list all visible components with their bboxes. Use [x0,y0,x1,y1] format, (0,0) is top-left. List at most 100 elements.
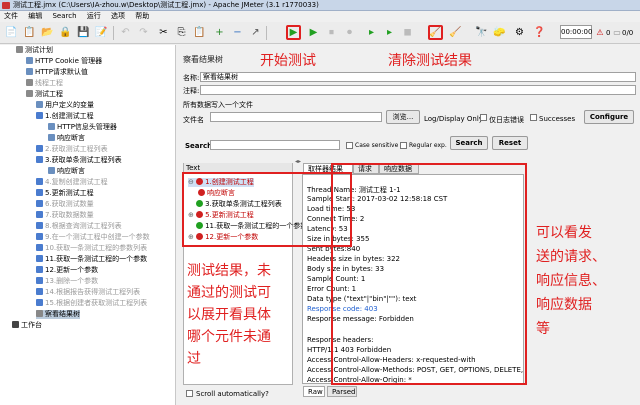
templates-icon[interactable]: 📋 [22,25,37,40]
shutdown-icon[interactable]: ⏺ [342,25,357,40]
test-plan-tree[interactable]: 测试计划 HTTP Cookie 管理器 HTTP请求默认值 线程工程 测试工程… [0,45,176,405]
search-icon[interactable]: 🔭 [474,25,489,40]
warning-icon: ⚠ [596,27,604,37]
tab-raw[interactable]: Raw [303,386,325,397]
tab-parsed[interactable]: Parsed [327,386,357,397]
tree-node-sampler-3[interactable]: 3.获取单条测试工程列表 [36,156,122,165]
menu-search[interactable]: Search [52,12,76,20]
tree-node-user-variables[interactable]: 用户定义的变量 [36,101,94,110]
tree-node-header-manager[interactable]: HTTP信息头管理器 [48,123,117,132]
sampler-icon [36,211,43,218]
menu-help[interactable]: 帮助 [135,12,149,20]
remote-start-all-icon[interactable]: ▸ [382,25,397,40]
tree-node-thread-group-disabled[interactable]: 线程工程 [26,79,63,88]
tree-node-sampler-12[interactable]: 12.更新一个参数 [36,266,98,275]
annotation-left-line: 过 [187,351,201,367]
configure-button[interactable]: Configure [584,110,634,124]
thread-group-icon [26,90,33,97]
tree-node-sampler-7[interactable]: 7.获取数据数量 [36,211,94,220]
paste-icon[interactable]: 📋 [192,25,207,40]
comment-label: 注释: [183,87,200,95]
name-field[interactable]: 察看结果树 [200,72,636,82]
comment-field[interactable] [200,85,636,95]
redo-icon[interactable]: ↷ [136,25,151,40]
write-all-label: 所有数据写入一个文件 [183,101,253,109]
sampler-icon [36,145,43,152]
lock-icon[interactable]: 🔒 [58,25,73,40]
function-helper-icon[interactable]: ⚙ [512,25,527,40]
tree-node-workbench[interactable]: 工作台 [12,321,42,330]
regex-checkbox[interactable] [400,142,407,149]
errors-only-checkbox[interactable] [480,114,487,121]
case-sensitive-checkbox[interactable] [346,142,353,149]
tree-node-cookie-manager[interactable]: HTTP Cookie 管理器 [26,57,102,66]
tree-node-assertion[interactable]: 响应断言 [48,134,85,143]
splitter-arrows-icon[interactable]: ◂▸ [295,159,301,165]
tree-node-sampler-8[interactable]: 8.根据查询测试工程列表 [36,222,122,231]
toggle-icon[interactable]: ↗ [248,25,263,40]
window-title: 测试工程.jmx (C:\Users\IA-zhou.w\Desktop\测试工… [13,1,319,9]
reset-button[interactable]: Reset [492,136,528,150]
name-label: 名称: [183,74,200,82]
clear-icon[interactable]: 🧹 [428,25,443,40]
successes-checkbox[interactable] [530,114,537,121]
tree-node-test-plan[interactable]: 测试计划 [16,46,53,55]
search-button[interactable]: Search [450,136,488,150]
remote-stop-icon[interactable]: ◼ [400,25,415,40]
annotation-start-test: 开始测试 [260,53,316,69]
scroll-auto-checkbox[interactable] [186,390,193,397]
undo-icon[interactable]: ↶ [118,25,133,40]
tree-node-sampler-5[interactable]: 5.更新测试工程 [36,189,94,198]
config-icon [36,101,43,108]
menu-edit[interactable]: 编辑 [28,12,42,20]
elapsed-timer: 00:00:00 [560,25,592,39]
tree-node-sampler-9[interactable]: 9.在一个测试工程中创建一个参数 [36,233,150,242]
tree-node-sampler-14[interactable]: 14.根据报告获得测试工程列表 [36,288,140,297]
tree-node-result-tree[interactable]: 察看结果树 [36,310,80,319]
save-as-icon[interactable]: 📝 [94,25,109,40]
remote-start-icon[interactable]: ▸ [364,25,379,40]
tree-node-sampler-15[interactable]: 15.根据创建者获取测试工程列表 [36,299,147,308]
clear-all-icon[interactable]: 🧹 [448,25,463,40]
log-display-label: Log/Display Only: [424,115,485,123]
help-icon[interactable]: ❓ [532,25,547,40]
cut-icon[interactable]: ✂ [156,25,171,40]
tree-node-assertion[interactable]: 响应断言 [48,167,85,176]
start-no-pause-icon[interactable]: ▶ [306,25,321,40]
window-title-bar: 测试工程.jmx (C:\Users\IA-zhou.w\Desktop\测试工… [0,0,640,11]
annotation-box-detail [331,163,527,385]
tree-node-sampler-2[interactable]: 2.获取测试工程列表 [36,145,108,154]
tree-node-sampler-10[interactable]: 10.获取一条测试工程的参数列表 [36,244,147,253]
filename-field[interactable] [210,112,382,122]
tree-node-thread-group[interactable]: 测试工程 [26,90,63,99]
save-icon[interactable]: 💾 [76,25,91,40]
tree-node-http-defaults[interactable]: HTTP请求默认值 [26,68,88,77]
reset-search-icon[interactable]: 🧽 [492,25,507,40]
annotation-left-line: 哪个元件未通 [187,329,271,345]
menu-file[interactable]: 文件 [4,12,18,20]
search-input[interactable] [210,140,340,150]
collapse-icon[interactable]: − [230,25,245,40]
sampler-icon [36,222,43,229]
listener-icon [36,310,43,317]
annotation-left-line: 通过的测试可 [187,285,271,301]
menu-options[interactable]: 选项 [111,12,125,20]
errors-only-label: 仅日志错误 [489,116,524,124]
expand-icon[interactable]: + [212,25,227,40]
browse-button[interactable]: 浏览... [386,110,420,124]
open-icon[interactable]: 📂 [40,25,55,40]
tree-node-sampler-6[interactable]: 6.获取测试数量 [36,200,94,209]
tree-node-sampler-11[interactable]: 11.获取一条测试工程的一个参数 [36,255,147,264]
sampler-icon [36,189,43,196]
start-icon[interactable]: ▶ [286,25,301,40]
annotation-right-line: 响应信息、 [536,273,606,289]
thread-group-icon [26,79,33,86]
menu-run[interactable]: 运行 [87,12,101,20]
tree-node-sampler-4[interactable]: 4.复制创建测试工程 [36,178,108,187]
tree-node-sampler-13[interactable]: 13.删除一个参数 [36,277,98,286]
stop-icon[interactable]: ⏹ [324,25,339,40]
annotation-clear-results: 清除测试结果 [388,53,472,69]
tree-node-sampler-1[interactable]: 1.创建测试工程 [36,112,94,121]
new-icon[interactable]: 📄 [4,25,19,40]
copy-icon[interactable]: ⎘ [174,25,189,40]
